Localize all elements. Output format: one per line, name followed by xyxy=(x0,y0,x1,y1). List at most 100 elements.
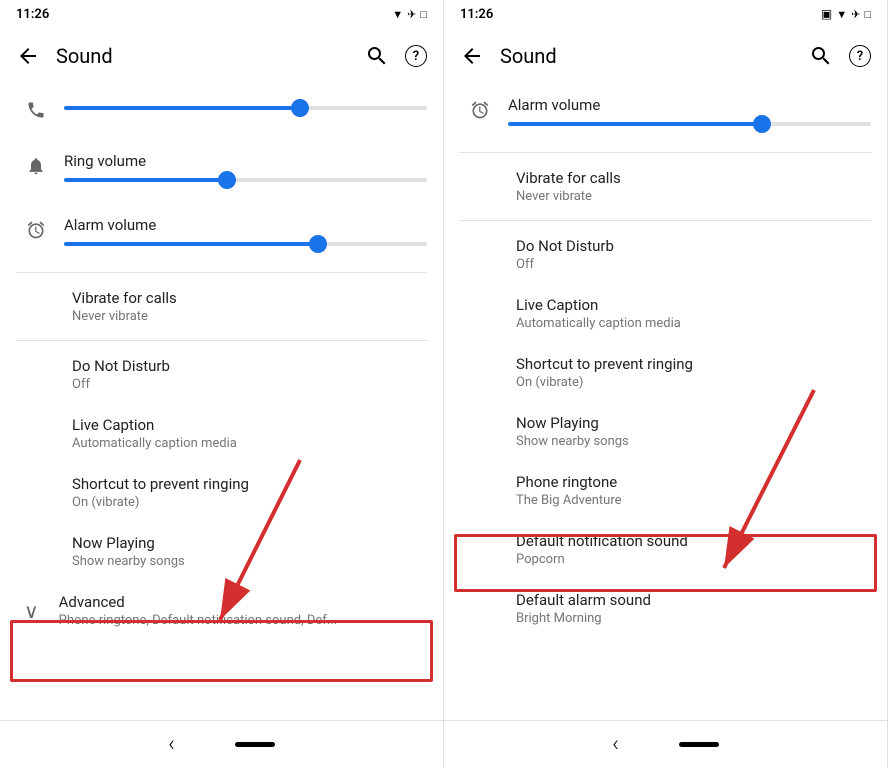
airplane-icon: ✈ xyxy=(407,8,416,21)
prevent-ringing-title: Shortcut to prevent ringing xyxy=(72,475,427,493)
right-status-bar: 11:26 ▣ ▼ ✈ □ xyxy=(444,0,887,28)
right-alarm-slider[interactable] xyxy=(508,122,871,126)
ring-slider-track[interactable] xyxy=(64,178,427,182)
now-playing-row[interactable]: Now Playing Show nearby songs xyxy=(0,522,443,581)
advanced-content: Advanced Phone ringtone, Default notific… xyxy=(59,593,427,628)
right-default-notification-subtitle: Popcorn xyxy=(516,552,871,567)
alarm-volume-row: Alarm volume xyxy=(0,204,443,268)
right-alarm-slider-fill xyxy=(508,122,762,126)
alarm-volume-content: Alarm volume xyxy=(56,216,427,256)
left-phone-panel: 11:26 ▼ ✈ □ Sound ? xyxy=(0,0,444,768)
right-default-notification-row[interactable]: Default notification sound Popcorn xyxy=(444,520,887,579)
left-status-bar: 11:26 ▼ ✈ □ xyxy=(0,0,443,28)
alarm-slider-thumb xyxy=(309,235,327,253)
right-status-icons: ▣ ▼ ✈ □ xyxy=(821,7,871,21)
left-nav-back-icon[interactable]: ‹ xyxy=(168,732,175,757)
wifi-icon: ▼ xyxy=(392,8,403,21)
dnd-subtitle: Off xyxy=(72,377,427,392)
right-app-bar: Sound ? xyxy=(444,28,887,84)
right-prevent-ringing-title: Shortcut to prevent ringing xyxy=(516,355,871,373)
right-prevent-ringing-content: Shortcut to prevent ringing On (vibrate) xyxy=(508,355,871,390)
right-back-button[interactable] xyxy=(460,44,484,68)
right-phone-ringtone-row[interactable]: Phone ringtone The Big Adventure xyxy=(444,461,887,520)
right-vibrate-title: Vibrate for calls xyxy=(516,169,871,187)
right-status-time: 11:26 xyxy=(460,7,493,22)
media-slider-thumb xyxy=(291,99,309,117)
right-alarm-icon xyxy=(460,96,500,120)
alarm-volume-label: Alarm volume xyxy=(64,216,427,234)
ring-slider-fill xyxy=(64,178,227,182)
right-content: Alarm volume Vibrate for calls Never vib… xyxy=(444,84,887,720)
right-default-notification-content: Default notification sound Popcorn xyxy=(508,532,871,567)
live-caption-row[interactable]: Live Caption Automatically caption media xyxy=(0,404,443,463)
right-divider-2 xyxy=(460,220,871,221)
right-default-alarm-subtitle: Bright Morning xyxy=(516,611,871,626)
right-dnd-row[interactable]: Do Not Disturb Off xyxy=(444,225,887,284)
advanced-title: Advanced xyxy=(59,593,427,611)
left-nav-home-pill[interactable] xyxy=(235,742,275,747)
right-search-button[interactable] xyxy=(809,44,833,68)
bell-icon xyxy=(16,152,56,176)
advanced-row[interactable]: ∨ Advanced Phone ringtone, Default notif… xyxy=(0,581,443,640)
media-volume-row xyxy=(0,84,443,140)
right-phone-panel: 11:26 ▣ ▼ ✈ □ Sound ? xyxy=(444,0,888,768)
right-dnd-title: Do Not Disturb xyxy=(516,237,871,255)
alarm-slider-track[interactable] xyxy=(64,242,427,246)
right-vibrate-row[interactable]: Vibrate for calls Never vibrate xyxy=(444,157,887,216)
left-nav-bar: ‹ xyxy=(0,720,443,768)
ring-volume-row: Ring volume xyxy=(0,140,443,204)
left-back-button[interactable] xyxy=(16,44,40,68)
vibrate-subtitle: Never vibrate xyxy=(72,309,427,324)
right-battery-icon: □ xyxy=(864,8,871,21)
left-search-button[interactable] xyxy=(365,44,389,68)
battery-icon: □ xyxy=(420,8,427,21)
right-prevent-ringing-subtitle: On (vibrate) xyxy=(516,375,871,390)
right-help-button[interactable]: ? xyxy=(849,45,871,67)
vibrate-title: Vibrate for calls xyxy=(72,289,427,307)
ring-slider-thumb xyxy=(218,171,236,189)
right-default-notification-title: Default notification sound xyxy=(516,532,871,550)
right-vibrate-content: Vibrate for calls Never vibrate xyxy=(508,169,871,204)
right-live-caption-content: Live Caption Automatically caption media xyxy=(508,296,871,331)
left-page-title: Sound xyxy=(56,44,349,68)
right-alarm-content: Alarm volume xyxy=(500,96,871,136)
live-caption-title: Live Caption xyxy=(72,416,427,434)
right-prevent-ringing-row[interactable]: Shortcut to prevent ringing On (vibrate) xyxy=(444,343,887,402)
prevent-ringing-row[interactable]: Shortcut to prevent ringing On (vibrate) xyxy=(0,463,443,522)
vibrate-row[interactable]: Vibrate for calls Never vibrate xyxy=(0,277,443,336)
vibrate-content: Vibrate for calls Never vibrate xyxy=(64,289,427,324)
ring-volume-content: Ring volume xyxy=(56,152,427,192)
right-nav-back-icon[interactable]: ‹ xyxy=(612,732,619,757)
chevron-down-icon: ∨ xyxy=(24,599,39,623)
right-airplane-icon: ✈ xyxy=(851,8,860,21)
left-content: Ring volume Alarm volume xyxy=(0,84,443,720)
alarm-slider-fill xyxy=(64,242,318,246)
screenshot-icon: ▣ xyxy=(821,7,832,21)
divider-2 xyxy=(16,340,427,341)
right-nav-home-pill[interactable] xyxy=(679,742,719,747)
right-now-playing-row[interactable]: Now Playing Show nearby songs xyxy=(444,402,887,461)
left-help-button[interactable]: ? xyxy=(405,45,427,67)
media-slider-fill xyxy=(64,106,300,110)
right-default-alarm-row[interactable]: Default alarm sound Bright Morning xyxy=(444,579,887,638)
right-page-title: Sound xyxy=(500,44,793,68)
advanced-subtitle: Phone ringtone, Default notification sou… xyxy=(59,613,427,628)
right-divider-1 xyxy=(460,152,871,153)
right-phone-ringtone-subtitle: The Big Adventure xyxy=(516,493,871,508)
alarm-icon xyxy=(16,216,56,240)
right-default-alarm-title: Default alarm sound xyxy=(516,591,871,609)
right-now-playing-title: Now Playing xyxy=(516,414,871,432)
media-slider-container xyxy=(56,96,427,120)
right-alarm-slider-thumb xyxy=(753,115,771,133)
right-live-caption-row[interactable]: Live Caption Automatically caption media xyxy=(444,284,887,343)
left-status-icons: ▼ ✈ □ xyxy=(392,8,427,21)
right-wifi-icon: ▼ xyxy=(836,8,847,21)
right-now-playing-subtitle: Show nearby songs xyxy=(516,434,871,449)
right-vibrate-subtitle: Never vibrate xyxy=(516,189,871,204)
live-caption-subtitle: Automatically caption media xyxy=(72,436,427,451)
dnd-row[interactable]: Do Not Disturb Off xyxy=(0,345,443,404)
phone-icon xyxy=(16,96,56,120)
media-slider-track[interactable] xyxy=(64,106,427,110)
right-phone-ringtone-content: Phone ringtone The Big Adventure xyxy=(508,473,871,508)
dnd-title: Do Not Disturb xyxy=(72,357,427,375)
